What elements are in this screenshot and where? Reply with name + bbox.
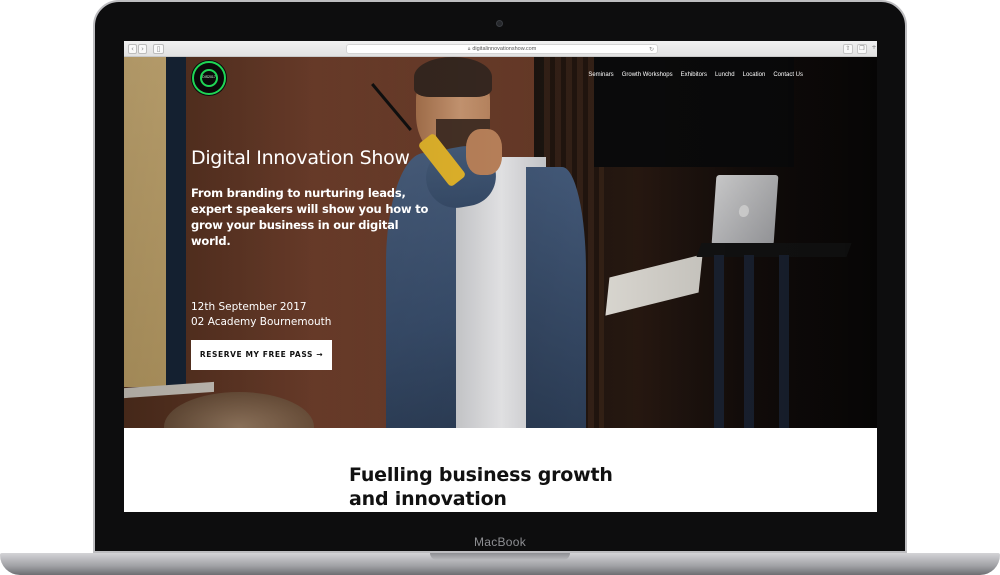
content-section: Fuelling business growth and innovation: [124, 428, 877, 512]
camera-icon: [496, 20, 503, 27]
section-heading: Fuelling business growth and innovation: [349, 464, 613, 510]
screen: ‹ › ▯ 🔒︎ digitalinnovationshow.com ↻ ⇧ ❐ …: [124, 41, 877, 512]
site-logo[interactable]: DIS2017: [192, 61, 226, 95]
laptop-mockup: ‹ › ▯ 🔒︎ digitalinnovationshow.com ↻ ⇧ ❐ …: [0, 0, 1000, 575]
nav-growth-workshops[interactable]: Growth Workshops: [622, 72, 673, 78]
hero-subtitle: From branding to nurturing leads, expert…: [191, 186, 429, 248]
reserve-pass-button[interactable]: RESERVE MY FREE PASS →: [191, 340, 332, 370]
hero-title: Digital Innovation Show: [191, 147, 410, 169]
nav-location[interactable]: Location: [743, 72, 766, 78]
event-info: 12th September 2017 02 Academy Bournemou…: [191, 300, 331, 330]
hero-section: DIS2017 Seminars Growth Workshops Exhibi…: [124, 57, 877, 428]
main-nav: Seminars Growth Workshops Exhibitors Lun…: [588, 72, 803, 78]
lock-icon: 🔒︎: [467, 46, 471, 52]
back-button[interactable]: ‹: [128, 44, 137, 54]
reload-icon[interactable]: ↻: [649, 45, 654, 54]
nav-contact-us[interactable]: Contact Us: [773, 72, 803, 78]
nav-seminars[interactable]: Seminars: [588, 72, 613, 78]
url-text: digitalinnovationshow.com: [472, 46, 537, 52]
event-venue: 02 Academy Bournemouth: [191, 316, 332, 328]
laptop-notch: [430, 553, 570, 560]
laptop-brand: MacBook: [473, 535, 527, 549]
tabs-icon[interactable]: ❐: [857, 44, 867, 54]
new-tab-icon[interactable]: +: [869, 44, 877, 54]
address-bar[interactable]: 🔒︎ digitalinnovationshow.com ↻: [346, 44, 658, 54]
sidebar-icon[interactable]: ▯: [153, 44, 164, 54]
logo-text: DIS2017: [202, 75, 216, 79]
share-icon[interactable]: ⇧: [843, 44, 853, 54]
nav-lunchd[interactable]: Lunchd: [715, 72, 735, 78]
nav-exhibitors[interactable]: Exhibitors: [681, 72, 707, 78]
browser-toolbar: ‹ › ▯ 🔒︎ digitalinnovationshow.com ↻ ⇧ ❐ …: [124, 41, 877, 57]
forward-button[interactable]: ›: [138, 44, 147, 54]
event-date: 12th September 2017: [191, 301, 307, 313]
